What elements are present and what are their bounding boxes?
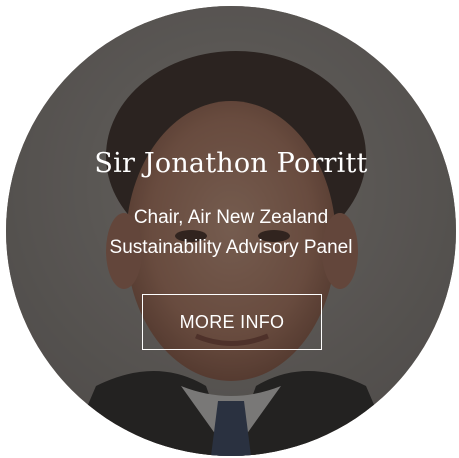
profile-role-line-1: Chair, Air New Zealand bbox=[133, 207, 329, 228]
profile-card: Sir Jonathon Porritt Chair, Air New Zeal… bbox=[0, 0, 459, 458]
profile-role: Chair, Air New Zealand Sustainability Ad… bbox=[46, 203, 416, 263]
profile-role-line-2: Sustainability Advisory Panel bbox=[109, 237, 353, 258]
profile-circle[interactable]: Sir Jonathon Porritt Chair, Air New Zeal… bbox=[6, 6, 456, 456]
more-info-button[interactable]: MORE INFO bbox=[142, 294, 322, 350]
profile-name: Sir Jonathon Porritt bbox=[94, 148, 368, 179]
